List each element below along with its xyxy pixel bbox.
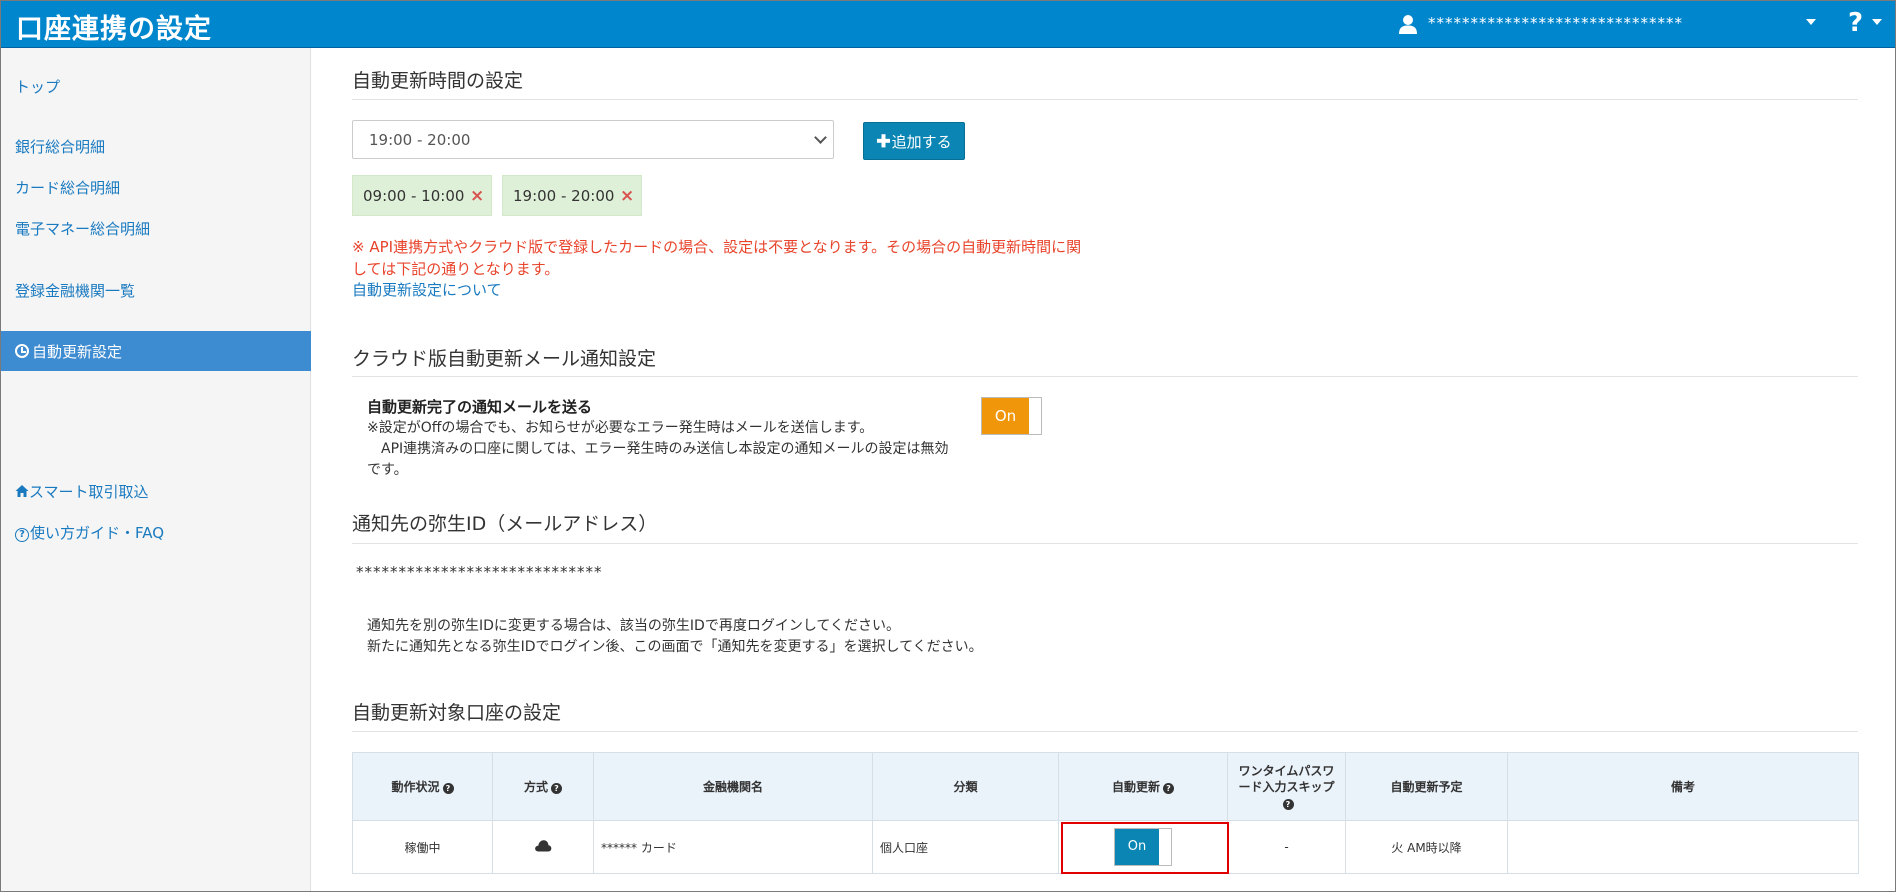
window-frame bbox=[0, 0, 1896, 892]
